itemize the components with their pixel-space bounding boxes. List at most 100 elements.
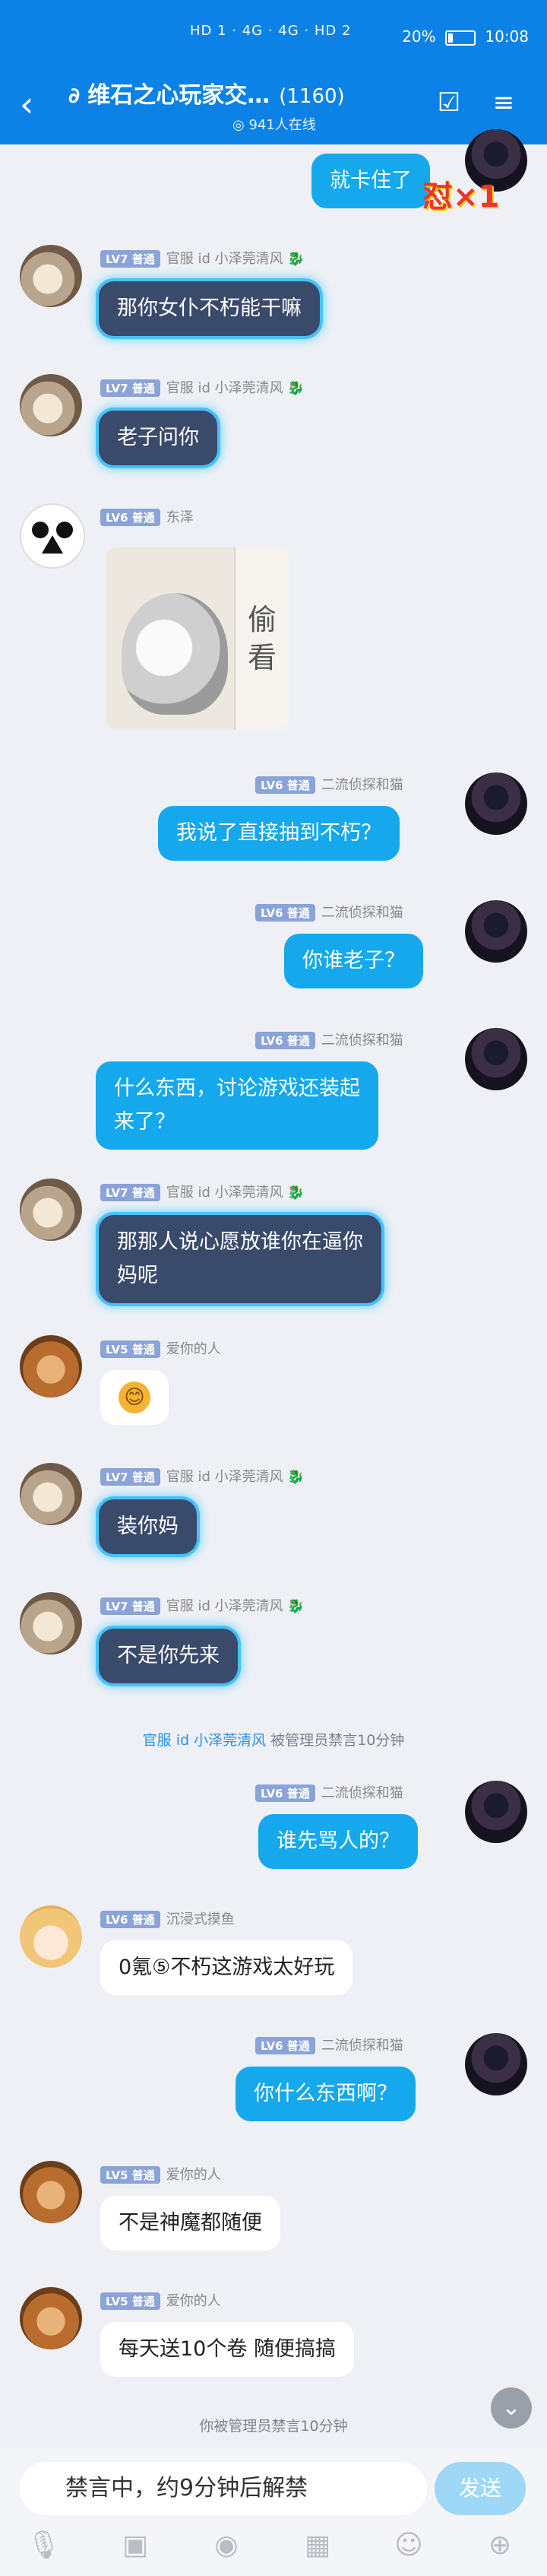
sender-info: LV5 普通 爱你的人 [100, 1338, 221, 1358]
sender-name[interactable]: 官服 id 小泽莞清风 [166, 1598, 283, 1614]
sender-name[interactable]: 沉浸式摸鱼 [166, 1911, 235, 1927]
level-badge: LV5 普通 [100, 1340, 160, 1358]
message-bubble[interactable]: 谁先骂人的？ [258, 1814, 418, 1869]
message-bubble[interactable]: 你谁老子？ [284, 934, 423, 988]
sender-name[interactable]: 二流侦探和猫 [321, 2038, 403, 2054]
message-line: 什么东西，讨论游戏还装起 [114, 1077, 360, 1100]
plus-icon[interactable]: ⊕ [479, 2524, 521, 2567]
sender-info: LV7 普通 官服 id 小泽莞清风 🐉 [100, 377, 305, 397]
avatar[interactable] [20, 2287, 82, 2349]
emoji-icon[interactable]: ☺ [387, 2524, 430, 2567]
dragon-icon: 🐉 [287, 1469, 305, 1485]
sender-info: LV7 普通 官服 id 小泽莞清风 🐉 [100, 1595, 305, 1615]
avatar[interactable] [20, 1592, 82, 1654]
sender-name[interactable]: 爱你的人 [166, 1341, 221, 1357]
avatar[interactable] [20, 2161, 82, 2223]
avatar[interactable] [465, 772, 527, 835]
message-bubble[interactable]: 那你女仆不朽能干嘛 [99, 281, 320, 336]
sender-info: LV6 普通 沉浸式摸鱼 [100, 1908, 235, 1928]
avatar[interactable] [20, 1463, 82, 1525]
clock: 10:08 [485, 27, 529, 46]
gift-icon[interactable]: ▦ [296, 2524, 339, 2567]
menu-icon[interactable]: ≡ [486, 85, 521, 120]
message-bubble[interactable]: 那那人说心愿放谁你在逼你 妈呢 [99, 1215, 381, 1303]
image-icon[interactable]: ▣ [114, 2524, 157, 2567]
sender-info: LV7 普通 官服 id 小泽莞清风 🐉 [100, 1466, 305, 1486]
message-bubble[interactable]: 你什么东西啊？ [236, 2067, 416, 2121]
message-line: 妈呢 [117, 1264, 158, 1287]
input-bar: 禁言中，约9分钟后解禁 发送 🎙 ▣ ◉ ▦ ☺ ⊕ [0, 2448, 547, 2576]
avatar[interactable] [465, 1028, 527, 1090]
sender-name[interactable]: 爱你的人 [166, 2167, 221, 2183]
status-bar: HD 1 · 4G · 4G · HD 2 20% 10:08 [0, 0, 547, 76]
sender-info: LV6 普通 二流侦探和猫 [255, 774, 403, 794]
system-notice: 你被管理员禁言10分钟 [199, 2418, 348, 2435]
dragon-icon: 🐉 [287, 1185, 305, 1201]
banned-user-link[interactable]: 官服 id 小泽莞清风 [143, 1732, 266, 1749]
online-count: ◎ 941人在线 [232, 117, 316, 133]
sender-name[interactable]: 官服 id 小泽莞清风 [166, 251, 283, 267]
sender-name[interactable]: 东泽 [166, 509, 194, 525]
sender-name[interactable]: 官服 id 小泽莞清风 [166, 1185, 283, 1201]
avatar[interactable] [465, 2033, 527, 2095]
message-bubble[interactable]: 我说了直接抽到不朽？ [158, 806, 400, 861]
sender-name[interactable]: 官服 id 小泽莞清风 [166, 380, 283, 396]
sender-info: LV7 普通 官服 id 小泽莞清风 🐉 [100, 248, 305, 268]
message-bubble[interactable]: 老子问你 [99, 411, 217, 465]
message-bubble[interactable]: 不是你先来 [99, 1629, 238, 1683]
mic-icon[interactable]: 🎙 [23, 2524, 65, 2567]
sender-info: LV6 普通 二流侦探和猫 [255, 1029, 403, 1049]
sender-name[interactable]: 二流侦探和猫 [321, 905, 403, 921]
level-badge: LV6 普通 [255, 1784, 315, 1802]
back-icon[interactable]: ‹ [20, 87, 33, 122]
message-bubble[interactable]: 😊 [100, 1370, 169, 1425]
sender-info: LV6 普通 二流侦探和猫 [255, 2035, 403, 2054]
camera-icon[interactable]: ◉ [205, 2524, 248, 2567]
notice-text: 被管理员禁言10分钟 [266, 1732, 405, 1749]
message-list: 就卡住了 怼×1 LV7 普通 官服 id 小泽莞清风 🐉 那你女仆不朽能干嘛 L… [0, 129, 547, 2448]
online-text: 941人在线 [248, 117, 316, 133]
sender-info: LV5 普通 爱你的人 [100, 2290, 221, 2310]
battery-icon [445, 30, 476, 46]
avatar[interactable] [465, 1781, 527, 1843]
sender-name[interactable]: 二流侦探和猫 [321, 777, 403, 793]
sender-name[interactable]: 二流侦探和猫 [321, 1785, 403, 1801]
task-check-icon[interactable]: ☑ [432, 85, 466, 120]
message-bubble[interactable]: 什么东西，讨论游戏还装起 来了？ [96, 1061, 378, 1150]
dragon-icon: 🐉 [287, 251, 305, 267]
message-bubble[interactable]: 每天送10个卷 随便搞搞 [100, 2322, 354, 2377]
dragon-icon: 🐉 [287, 380, 305, 396]
avatar[interactable] [20, 1905, 82, 1968]
message-bubble[interactable]: 就卡住了 [311, 154, 430, 208]
sender-name[interactable]: 二流侦探和猫 [321, 1033, 403, 1048]
sender-info: LV7 普通 官服 id 小泽莞清风 🐉 [100, 1182, 305, 1201]
ear-icon: ∂ [68, 83, 81, 108]
message-bubble[interactable]: 不是神魔都随便 [100, 2196, 280, 2251]
battery-percent: 20% [402, 27, 436, 46]
sender-name[interactable]: 爱你的人 [166, 2293, 221, 2309]
avatar[interactable] [20, 245, 82, 307]
group-title[interactable]: ∂ 维石之心玩家交… (1160) [68, 76, 345, 109]
sender-name[interactable]: 官服 id 小泽莞清风 [166, 1469, 283, 1485]
level-badge: LV7 普通 [100, 1184, 160, 1201]
send-button[interactable]: 发送 [435, 2462, 526, 2515]
avatar[interactable] [20, 503, 85, 569]
avatar[interactable] [20, 1335, 82, 1397]
sender-info: LV6 普通 二流侦探和猫 [255, 902, 403, 922]
message-input[interactable]: 禁言中，约9分钟后解禁 [20, 2462, 427, 2515]
emoji-icon: 😊 [119, 1382, 150, 1413]
level-badge: LV7 普通 [100, 250, 160, 268]
level-badge: LV5 普通 [100, 2166, 160, 2184]
avatar[interactable] [465, 900, 527, 963]
sticker-image[interactable]: 偷看 [106, 547, 289, 730]
sender-info: LV5 普通 爱你的人 [100, 2164, 221, 2184]
level-badge: LV6 普通 [255, 776, 315, 794]
avatar[interactable] [20, 1179, 82, 1241]
level-badge: LV6 普通 [255, 2037, 315, 2054]
scroll-down-icon[interactable]: ⌄ [491, 2387, 532, 2428]
message-bubble[interactable]: 装你妈 [99, 1499, 197, 1554]
message-bubble[interactable]: 0氪⑤不朽这游戏太好玩 [100, 1940, 353, 1995]
react-badge: 怼×1 [422, 179, 500, 214]
avatar[interactable] [20, 374, 82, 436]
status-right: 20% 10:08 [402, 27, 529, 46]
